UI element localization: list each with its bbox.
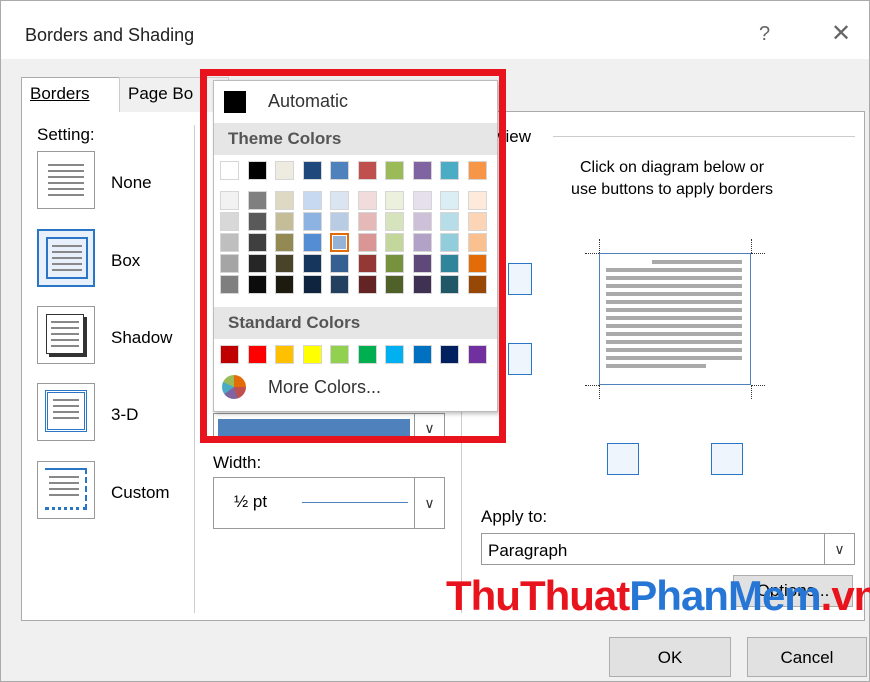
left-border-button[interactable] (607, 443, 639, 475)
setting-3d-icon (45, 390, 87, 432)
width-value: ½ pt (234, 492, 268, 511)
chevron-down-icon[interactable]: ∨ (824, 534, 854, 564)
corner-mark (751, 253, 765, 254)
setting-none-icon (48, 160, 84, 200)
setting-none-button[interactable] (37, 151, 95, 209)
cancel-button[interactable]: Cancel (747, 637, 867, 677)
preview-instructions-1: Click on diagram below or (579, 159, 765, 176)
corner-mark (585, 253, 599, 254)
setting-box-icon (46, 237, 88, 279)
setting-shadow-button[interactable] (37, 306, 95, 364)
setting-custom-button[interactable] (37, 461, 95, 519)
setting-shadow-label: Shadow (111, 328, 173, 347)
ok-button[interactable]: OK (609, 637, 731, 677)
divider (194, 125, 195, 613)
highlight-frame (200, 69, 506, 443)
tab-borders[interactable]: Borders (21, 77, 135, 112)
width-label: Width: (213, 453, 262, 472)
apply-to-combo[interactable]: Paragraph ∨ (481, 533, 855, 565)
width-line-sample (302, 502, 408, 503)
setting-shadow-icon (46, 314, 84, 354)
preview-diagram[interactable] (585, 239, 767, 401)
top-border-button[interactable] (508, 263, 532, 295)
setting-3d-label: 3-D (111, 405, 139, 424)
corner-mark (599, 385, 600, 399)
corner-mark (599, 239, 600, 253)
bottom-border-button[interactable] (508, 343, 532, 375)
corner-mark (751, 385, 765, 386)
setting-none-label: None (111, 173, 152, 192)
watermark: ThuThuatPhanMem.vn (446, 572, 870, 619)
setting-heading: Setting: (37, 125, 95, 144)
width-combo[interactable]: ½ pt ∨ (213, 477, 445, 529)
title-bar: Borders and Shading ? ✕ (1, 1, 869, 59)
corner-mark (751, 239, 752, 253)
close-button[interactable]: ✕ (831, 19, 851, 48)
apply-to-value: Paragraph (488, 541, 568, 560)
window-title: Borders and Shading (25, 25, 195, 45)
right-border-button[interactable] (711, 443, 743, 475)
setting-box-button[interactable] (37, 229, 95, 287)
preview-page (599, 253, 751, 385)
setting-3d-button[interactable] (37, 383, 95, 441)
corner-mark (751, 385, 752, 399)
preview-heading-rule (553, 136, 855, 137)
corner-mark (585, 385, 599, 386)
setting-custom-icon (45, 468, 87, 510)
chevron-down-icon[interactable]: ∨ (414, 478, 444, 528)
setting-box-label: Box (111, 251, 141, 270)
setting-custom-label: Custom (111, 483, 170, 502)
apply-to-label: Apply to: (481, 507, 548, 526)
help-button[interactable]: ? (759, 23, 770, 46)
preview-instructions-2: use buttons to apply borders (571, 181, 773, 198)
